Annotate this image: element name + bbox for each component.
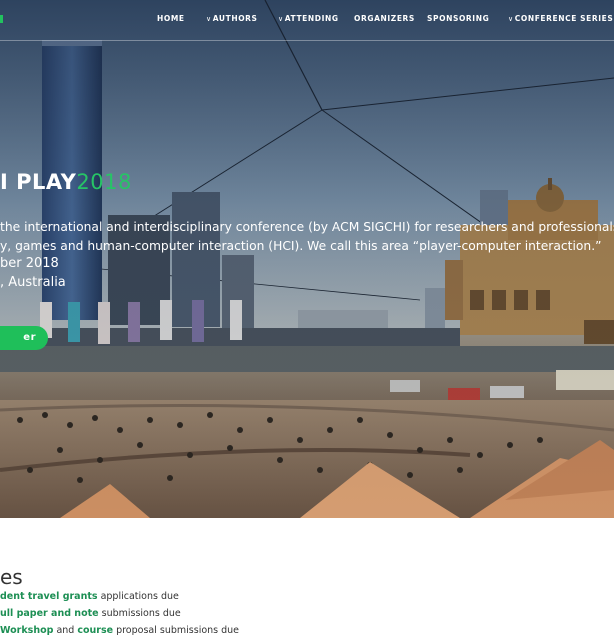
list-item-text: applications due — [97, 591, 179, 602]
hero-title-main: I PLAY — [0, 170, 77, 194]
hero-section: HOME ∨AUTHORS ∨ATTENDING ORGANIZERS SPON… — [0, 0, 614, 518]
nav-conference-series[interactable]: ∨CONFERENCE SERIES — [508, 14, 613, 26]
nav-conference-series-label: CONFERENCE SERIES — [514, 14, 614, 23]
nav-authors[interactable]: ∨AUTHORS — [206, 14, 258, 26]
student-travel-grants-link[interactable]: dent travel grants — [0, 591, 98, 602]
hero-date: ber 2018 — [0, 256, 59, 271]
chevron-down-icon: ∨ — [278, 15, 284, 23]
workshop-link[interactable]: Workshop — [0, 625, 53, 636]
hero-title: I PLAY2018 — [0, 170, 132, 194]
nav-authors-label: AUTHORS — [212, 14, 258, 23]
logo[interactable] — [0, 15, 3, 23]
nav-sponsoring-label: SPONSORING — [427, 14, 490, 23]
list-item: dent travel grants applications due — [0, 588, 614, 605]
chevron-down-icon: ∨ — [206, 15, 212, 23]
page: HOME ∨AUTHORS ∨ATTENDING ORGANIZERS SPON… — [0, 0, 614, 637]
list-item-text: proposal submissions due — [113, 625, 240, 636]
hero-title-year: 2018 — [76, 170, 132, 194]
list-item: Workshop and course proposal submissions… — [0, 622, 614, 637]
nav-organizers-label: ORGANIZERS — [354, 14, 415, 23]
important-dates-heading: es — [0, 565, 23, 589]
hero-description-line2: y, games and human-computer interaction … — [0, 239, 602, 253]
nav-home[interactable]: HOME — [157, 14, 185, 26]
hero-description-line1: the international and interdisciplinary … — [0, 220, 614, 234]
important-dates-list: dent travel grants applications due ull … — [0, 588, 614, 637]
nav-home-label: HOME — [157, 14, 185, 23]
top-navigation: HOME ∨AUTHORS ∨ATTENDING ORGANIZERS SPON… — [0, 0, 614, 41]
nav-attending[interactable]: ∨ATTENDING — [278, 14, 339, 26]
list-item-text: and — [53, 625, 78, 636]
full-paper-link[interactable]: ull paper and note — [0, 608, 99, 619]
hero-overlay — [0, 0, 614, 518]
nav-organizers[interactable]: ORGANIZERS — [354, 14, 415, 26]
course-link[interactable]: course — [77, 625, 113, 636]
hero-description: the international and interdisciplinary … — [0, 218, 614, 256]
hero-location: , Australia — [0, 275, 66, 290]
list-item-text: submissions due — [98, 608, 181, 619]
chevron-down-icon: ∨ — [508, 15, 514, 23]
list-item: ull paper and note submissions due — [0, 605, 614, 622]
register-button[interactable]: er — [0, 326, 48, 350]
nav-attending-label: ATTENDING — [284, 14, 339, 23]
nav-sponsoring[interactable]: SPONSORING — [427, 14, 489, 26]
